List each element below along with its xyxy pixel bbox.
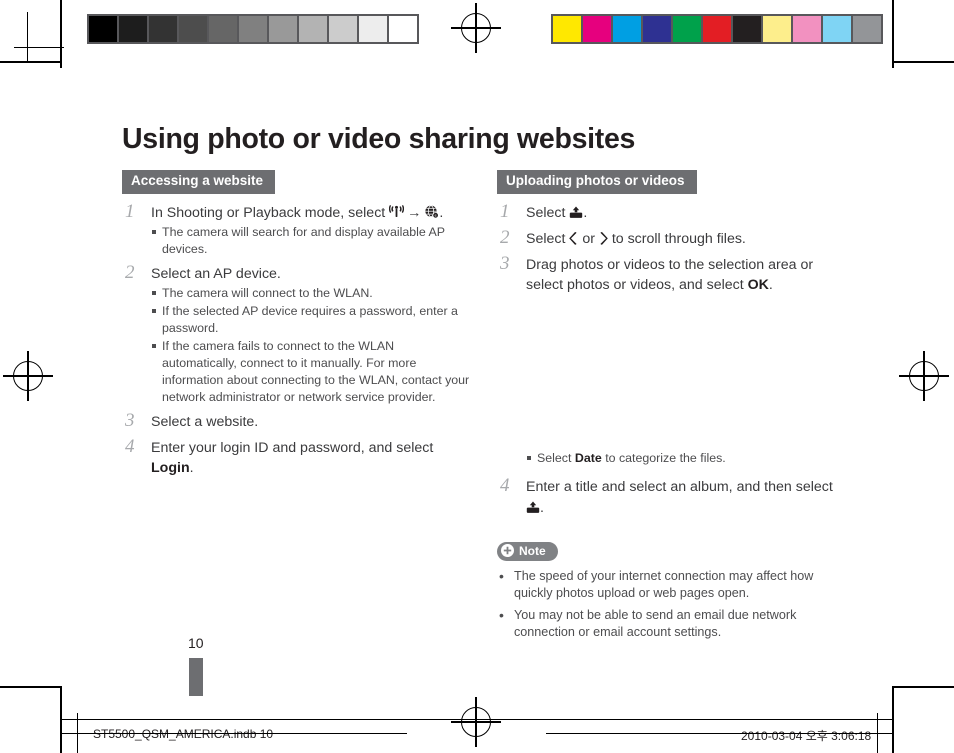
- footer-divider: [62, 719, 892, 721]
- step-item: Select or to scroll through files.: [497, 227, 845, 249]
- svg-text:e: e: [435, 213, 437, 217]
- wifi-antenna-icon: [389, 204, 405, 219]
- step3-sublist: Select Date to categorize the files.: [526, 450, 845, 467]
- step-text: Select an AP device.: [151, 265, 281, 282]
- section-heading-accessing-a-website: Accessing a website: [122, 170, 276, 194]
- right-steps-list: Select . Select or to scroll through fil…: [497, 201, 845, 296]
- step-item: Select .: [497, 201, 845, 223]
- sublist-text-part: Select: [537, 451, 575, 466]
- note-items: The speed of your internet connection ma…: [497, 567, 845, 642]
- note-label: Note: [519, 543, 546, 558]
- right-steps-list-continued: Enter a title and select an album, and t…: [497, 475, 845, 517]
- step-sublist: The camera will connect to the WLAN. If …: [151, 285, 470, 406]
- step-text: Enter your login ID and password, and se…: [151, 438, 470, 478]
- step-item: Select an AP device. The camera will con…: [122, 262, 470, 406]
- step-text: Drag photos or videos to the selection a…: [526, 255, 845, 295]
- note-item: The speed of your internet connection ma…: [497, 567, 845, 603]
- chevron-right-icon: [599, 232, 608, 245]
- step-text-part: Enter a title and select an album, and t…: [526, 479, 833, 496]
- step-item: In Shooting or Playback mode, select → e.…: [122, 201, 470, 258]
- sublist-item: Select Date to categorize the files.: [526, 450, 845, 467]
- sublist-item: The camera will search for and display a…: [151, 224, 470, 258]
- step-text-part: .: [439, 204, 444, 221]
- note-icon: [501, 544, 514, 558]
- note-item: You may not be able to send an email due…: [497, 606, 845, 642]
- sublist-emphasis: Date: [574, 451, 602, 466]
- sublist-text-part: to categorize the files.: [601, 451, 726, 466]
- step-text-part: Enter your login ID and password, and se…: [151, 440, 434, 457]
- step-text-part: .: [583, 204, 588, 221]
- manual-page: Using photo or video sharing websites Ac…: [0, 0, 954, 753]
- step-item: Enter a title and select an album, and t…: [497, 475, 845, 517]
- step-text-part: Select: [526, 204, 570, 221]
- note-badge: Note: [497, 541, 558, 561]
- step-text: Select a website.: [151, 414, 259, 431]
- step-text-part: In Shooting or Playback mode, select: [151, 204, 390, 221]
- sublist-item: The camera will connect to the WLAN.: [151, 285, 470, 302]
- left-steps-list: In Shooting or Playback mode, select → e.…: [122, 201, 470, 479]
- page-number: 10: [188, 635, 204, 651]
- step-text-part: .: [540, 499, 544, 516]
- upload-icon: [569, 206, 583, 219]
- section-heading-uploading-photos-or-videos: Uploading photos or videos: [497, 170, 697, 194]
- left-column: Accessing a website In Shooting or Playb…: [122, 170, 470, 484]
- step-text-part: or: [578, 231, 599, 247]
- step-item: Select a website.: [122, 410, 470, 432]
- upload-icon: [526, 501, 540, 514]
- step-text: Select or to scroll through files.: [526, 229, 845, 249]
- step-arrow: →: [407, 204, 422, 221]
- right-column: Uploading photos or videos Select . Sele…: [497, 170, 845, 645]
- step-text: Select .: [526, 203, 845, 223]
- step-text-part: to scroll through files.: [607, 231, 746, 247]
- step-item: Drag photos or videos to the selection a…: [497, 253, 845, 295]
- footer-tick-left: [77, 713, 79, 753]
- step-text-part: .: [189, 460, 194, 477]
- step-text-part: .: [768, 277, 773, 294]
- footer-rule-left: [62, 733, 407, 735]
- sublist-item: If the selected AP device requires a pas…: [151, 303, 470, 337]
- footer-timestamp: 2010-03-04 오후 3:06:18: [741, 729, 872, 743]
- note-block: Note The speed of your internet connecti…: [497, 541, 845, 642]
- step-text-part: Select: [526, 231, 570, 247]
- globe-web-icon: e: [424, 205, 440, 219]
- step-sublist: The camera will search for and display a…: [151, 224, 470, 258]
- page-title: Using photo or video sharing websites: [122, 123, 636, 156]
- step-emphasis: OK: [747, 277, 769, 294]
- step-text: In Shooting or Playback mode, select → e.: [151, 203, 470, 223]
- step-emphasis: Login: [151, 460, 190, 477]
- step-item: Enter your login ID and password, and se…: [122, 436, 470, 478]
- step-text: Enter a title and select an album, and t…: [526, 477, 845, 517]
- footer-rule-right: [546, 733, 892, 735]
- sublist-item: If the camera fails to connect to the WL…: [151, 338, 470, 406]
- footer-tick-right: [877, 713, 879, 753]
- page-thumb-tab: [189, 658, 203, 696]
